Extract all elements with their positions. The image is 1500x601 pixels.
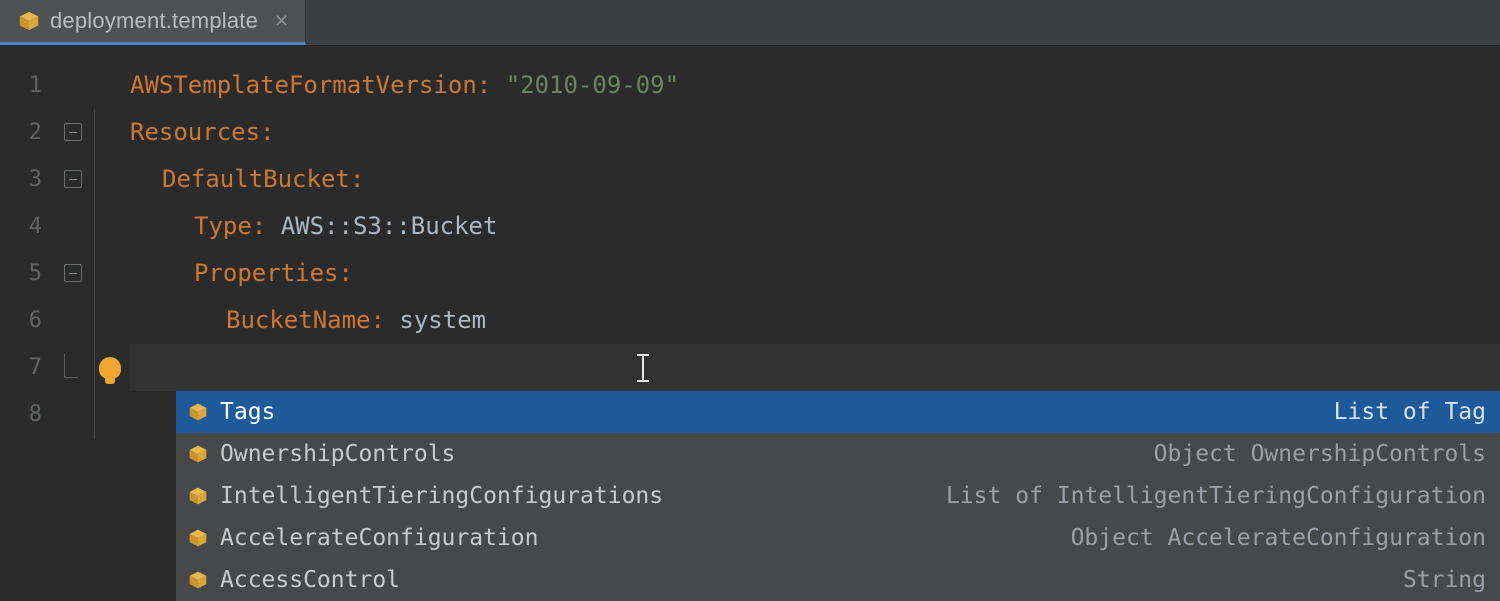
- line-number: 6: [0, 297, 60, 344]
- fold-toggle[interactable]: [64, 170, 82, 188]
- autocomplete-type: Object OwnershipControls: [1154, 441, 1486, 467]
- cube-icon: [18, 10, 40, 32]
- fold-gutter: [60, 46, 90, 438]
- code-line[interactable]: DefaultBucket:: [130, 156, 1500, 203]
- code-line-active[interactable]: Tags: [130, 344, 1500, 391]
- cube-icon: [188, 528, 208, 548]
- cube-icon: [188, 570, 208, 590]
- line-number: 5: [0, 250, 60, 297]
- yaml-key: Properties: [194, 259, 339, 287]
- close-tab-icon[interactable]: ✕: [274, 11, 289, 32]
- autocomplete-type: String: [1403, 567, 1486, 593]
- line-number-gutter: 1 2 3 4 5 6 7 8: [0, 46, 60, 438]
- yaml-key: AWSTemplateFormatVersion: [130, 71, 477, 99]
- line-number: 8: [0, 391, 60, 438]
- yaml-key: Resources: [130, 118, 260, 146]
- autocomplete-label: IntelligentTieringConfigurations: [220, 483, 663, 509]
- cube-icon: [188, 444, 208, 464]
- code-line[interactable]: Properties:: [130, 250, 1500, 297]
- tab-filename-label: deployment.template: [50, 8, 258, 34]
- autocomplete-label: OwnershipControls: [220, 441, 455, 467]
- code-line[interactable]: BucketName: system: [130, 297, 1500, 344]
- yaml-value: system: [399, 306, 486, 334]
- indent-guide: [94, 109, 95, 439]
- line-number: 2: [0, 109, 60, 156]
- code-area[interactable]: AWSTemplateFormatVersion: "2010-09-09" R…: [130, 46, 1500, 438]
- autocomplete-item[interactable]: OwnershipControls Object OwnershipContro…: [176, 433, 1500, 475]
- fold-end-marker: [64, 354, 78, 378]
- line-number: 1: [0, 62, 60, 109]
- lightbulb-icon[interactable]: [99, 357, 121, 379]
- yaml-key: BucketName: [226, 306, 371, 334]
- yaml-key: Type: [194, 212, 252, 240]
- yaml-string: "2010-09-09": [506, 71, 679, 99]
- code-line[interactable]: Type: AWS::S3::Bucket: [130, 203, 1500, 250]
- autocomplete-item[interactable]: IntelligentTieringConfigurations List of…: [176, 475, 1500, 517]
- code-line[interactable]: Resources:: [130, 109, 1500, 156]
- intention-gutter: [90, 46, 130, 438]
- autocomplete-type: Object AccelerateConfiguration: [1071, 525, 1486, 551]
- yaml-key: DefaultBucket: [162, 165, 350, 193]
- autocomplete-type: List of IntelligentTieringConfiguration: [946, 483, 1486, 509]
- line-number: 7: [0, 344, 60, 391]
- autocomplete-label: AccessControl: [220, 567, 400, 593]
- line-number: 3: [0, 156, 60, 203]
- editor-tab-deployment-template[interactable]: deployment.template ✕: [0, 0, 306, 45]
- yaml-value: AWS::S3::Bucket: [281, 212, 498, 240]
- fold-toggle[interactable]: [64, 264, 82, 282]
- code-editor[interactable]: 1 2 3 4 5 6 7 8 AWSTemplateFormatVersion…: [0, 46, 1500, 438]
- autocomplete-item[interactable]: Tags List of Tag: [176, 391, 1500, 433]
- cube-icon: [188, 402, 208, 422]
- cube-icon: [188, 486, 208, 506]
- tab-bar: deployment.template ✕: [0, 0, 1500, 46]
- autocomplete-popup[interactable]: Tags List of Tag OwnershipControls Objec…: [176, 390, 1500, 601]
- autocomplete-type: List of Tag: [1334, 399, 1486, 425]
- fold-toggle[interactable]: [64, 123, 82, 141]
- autocomplete-label: AccelerateConfiguration: [220, 525, 539, 551]
- autocomplete-item[interactable]: AccelerateConfiguration Object Accelerat…: [176, 517, 1500, 559]
- i-beam-cursor-icon: [633, 354, 653, 382]
- autocomplete-item[interactable]: AccessControl String: [176, 559, 1500, 601]
- code-line[interactable]: AWSTemplateFormatVersion: "2010-09-09": [130, 62, 1500, 109]
- autocomplete-label: Tags: [220, 399, 275, 425]
- line-number: 4: [0, 203, 60, 250]
